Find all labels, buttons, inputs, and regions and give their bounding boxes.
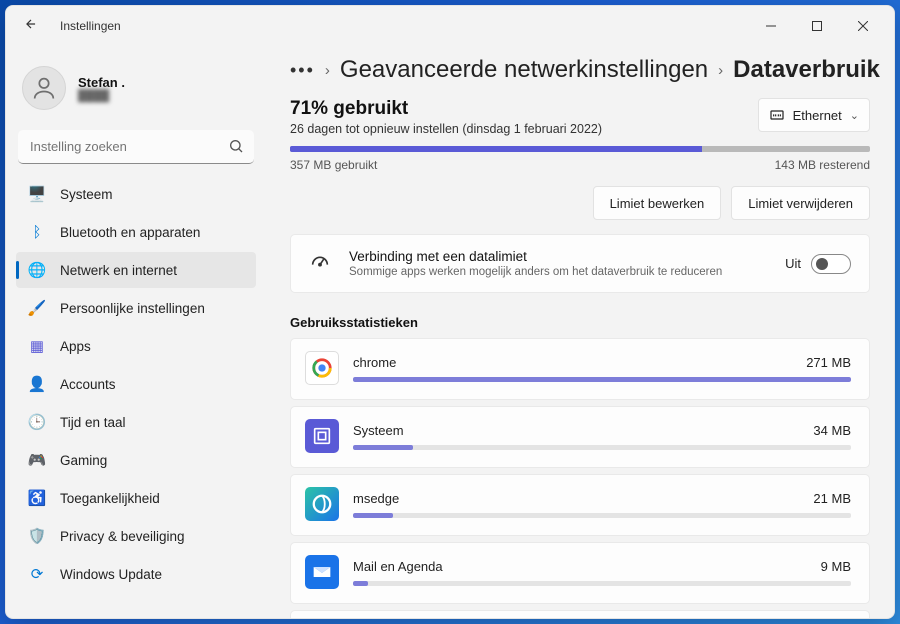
stats-heading: Gebruiksstatistieken [290,315,870,330]
stat-bar [353,445,851,450]
breadcrumb-overflow[interactable]: ••• [290,60,315,81]
usage-remaining-label: 143 MB resterend [775,158,870,172]
sidebar-item-systeem[interactable]: 🖥️ Systeem [16,176,256,212]
usage-subtitle: 26 dagen tot opnieuw instellen (dinsdag … [290,122,602,136]
stat-app-name: Mail en Agenda [353,559,443,574]
search-input[interactable] [18,130,254,164]
app-title: Instellingen [60,19,121,33]
chevron-right-icon: › [325,62,330,79]
usage-used-label: 357 MB gebruikt [290,158,377,172]
sidebar-item-label: Toegankelijkheid [60,491,160,506]
back-button[interactable] [24,17,42,36]
nav-icon: 🕒 [28,413,46,431]
sidebar-item-label: Accounts [60,377,116,392]
sidebar-item-apps[interactable]: ▦ Apps [16,328,256,364]
nav-icon: ♿ [28,489,46,507]
main-content: ••• › Geavanceerde netwerkinstellingen ›… [266,46,894,618]
metered-toggle-label: Uit [785,256,801,271]
nav-icon: 🛡️ [28,527,46,545]
stat-row[interactable]: Microsoft Teams 7 MB [290,610,870,618]
usage-percent: 71% gebruikt [290,98,602,120]
breadcrumb-parent[interactable]: Geavanceerde netwerkinstellingen [340,56,708,84]
minimize-button[interactable] [748,6,794,46]
stat-row[interactable]: Mail en Agenda 9 MB [290,542,870,604]
stat-usage-value: 271 MB [806,355,851,370]
usage-progress: 357 MB gebruikt 143 MB resterend [290,146,870,172]
usage-progress-fill [290,146,702,152]
chevron-right-icon: › [718,62,723,79]
sidebar-item-label: Windows Update [60,567,162,582]
app-icon [305,487,339,521]
close-button[interactable] [840,6,886,46]
sidebar-item-label: Bluetooth en apparaten [60,225,200,240]
nav-icon: 🖥️ [28,185,46,203]
sidebar-item-persoonlijke-instellingen[interactable]: 🖌️ Persoonlijke instellingen [16,290,256,326]
profile[interactable]: Stefan . ████ [16,56,256,126]
gauge-icon [309,250,333,277]
nav-icon: 👤 [28,375,46,393]
chevron-down-icon: ⌄ [850,109,859,122]
stat-app-name: Systeem [353,423,404,438]
breadcrumb-current: Dataverbruik [733,56,880,84]
metered-subtitle: Sommige apps werken mogelijk anders om h… [349,266,769,278]
stat-row[interactable]: Systeem 34 MB [290,406,870,468]
titlebar: Instellingen [6,6,894,46]
sidebar-item-windows-update[interactable]: ⟳ Windows Update [16,556,256,592]
sidebar-item-tijd-en-taal[interactable]: 🕒 Tijd en taal [16,404,256,440]
stat-row[interactable]: chrome 271 MB [290,338,870,400]
sidebar-item-bluetooth-en-apparaten[interactable]: ᛒ Bluetooth en apparaten [16,214,256,250]
nav: 🖥️ Systeemᛒ Bluetooth en apparaten🌐 Netw… [16,176,256,592]
sidebar-item-label: Systeem [60,187,113,202]
stat-usage-value: 34 MB [813,423,851,438]
nav-icon: 🎮 [28,451,46,469]
metered-toggle[interactable] [811,254,851,274]
sidebar-item-label: Persoonlijke instellingen [60,301,205,316]
stat-bar [353,513,851,518]
sidebar-item-label: Netwerk en internet [60,263,177,278]
stat-usage-value: 9 MB [821,559,851,574]
settings-window: Instellingen Stefan . ████ [5,5,895,619]
app-icon [305,419,339,453]
sidebar-item-label: Gaming [60,453,107,468]
sidebar-item-label: Tijd en taal [60,415,126,430]
network-dropdown-label: Ethernet [793,108,842,123]
metered-title: Verbinding met een datalimiet [349,249,769,264]
maximize-button[interactable] [794,6,840,46]
sidebar-item-label: Privacy & beveiliging [60,529,185,544]
app-icon [305,555,339,589]
nav-icon: 🖌️ [28,299,46,317]
search-icon [228,138,244,159]
breadcrumb: ••• › Geavanceerde netwerkinstellingen ›… [290,56,870,84]
nav-icon: 🌐 [28,261,46,279]
stat-bar [353,377,851,382]
remove-limit-button[interactable]: Limiet verwijderen [731,186,870,220]
stat-usage-value: 21 MB [813,491,851,506]
sidebar-item-netwerk-en-internet[interactable]: 🌐 Netwerk en internet [16,252,256,288]
profile-name: Stefan . [78,75,125,90]
network-dropdown[interactable]: Ethernet ⌄ [758,98,870,132]
stat-bar [353,581,851,586]
nav-icon: ᛒ [28,223,46,241]
stat-row[interactable]: msedge 21 MB [290,474,870,536]
ethernet-icon [769,107,785,123]
avatar-icon [22,66,66,110]
nav-icon: ▦ [28,337,46,355]
edit-limit-button[interactable]: Limiet bewerken [593,186,722,220]
sidebar-item-gaming[interactable]: 🎮 Gaming [16,442,256,478]
sidebar-item-label: Apps [60,339,91,354]
search-box [18,130,254,164]
app-icon [305,351,339,385]
stat-app-name: chrome [353,355,396,370]
sidebar-item-privacy-beveiliging[interactable]: 🛡️ Privacy & beveiliging [16,518,256,554]
sidebar-item-accounts[interactable]: 👤 Accounts [16,366,256,402]
profile-email: ████ [78,90,125,102]
sidebar-item-toegankelijkheid[interactable]: ♿ Toegankelijkheid [16,480,256,516]
nav-icon: ⟳ [28,565,46,583]
sidebar: Stefan . ████ 🖥️ Systeemᛒ Bluetooth en a… [6,46,266,618]
metered-connection-card: Verbinding met een datalimiet Sommige ap… [290,234,870,293]
stat-app-name: msedge [353,491,399,506]
stats-list: chrome 271 MB Systeem 34 MB msedge 21 MB… [290,338,870,618]
